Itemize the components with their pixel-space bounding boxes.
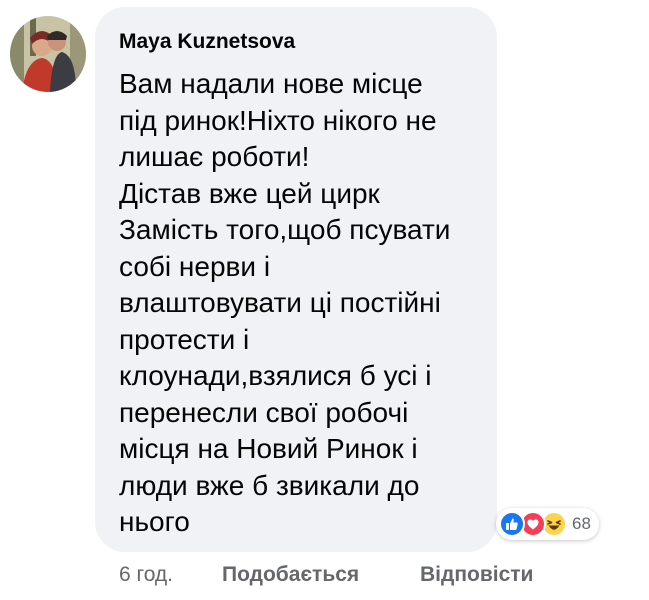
- reaction-count: 68: [572, 514, 591, 533]
- avatar-photo: [10, 16, 86, 92]
- avatar[interactable]: [10, 16, 86, 92]
- comment-author[interactable]: Maya Kuznetsova: [119, 30, 295, 54]
- comment-text: Вам надали нове місце під ринок!Ніхто ні…: [119, 68, 451, 537]
- reply-button[interactable]: Відповісти: [420, 563, 533, 587]
- like-icon: [499, 511, 525, 537]
- like-button[interactable]: Подобається: [222, 563, 359, 587]
- comment-timestamp[interactable]: 6 год.: [119, 563, 173, 587]
- reaction-summary[interactable]: 68: [496, 508, 599, 540]
